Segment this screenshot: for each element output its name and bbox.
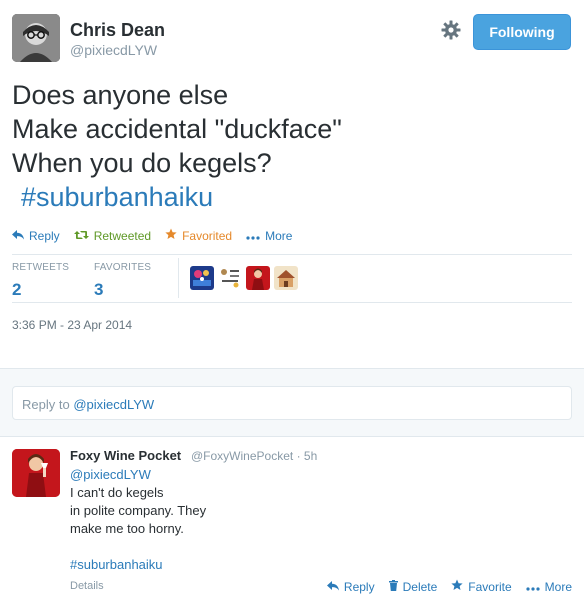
reply-meta: @FoxyWinePocket · 5h bbox=[191, 449, 317, 463]
ellipsis-icon bbox=[526, 580, 540, 594]
favorite-button[interactable]: Favorite bbox=[451, 579, 512, 594]
reply-arrow-icon bbox=[326, 580, 339, 594]
reply-placeholder: Reply to bbox=[22, 397, 74, 412]
retweets-label: RETWEETS bbox=[12, 262, 70, 273]
divider bbox=[12, 302, 572, 303]
favorites-stat[interactable]: FAVORITES 3 bbox=[94, 262, 176, 302]
author-handle[interactable]: @pixiecdLYW bbox=[70, 42, 157, 58]
favoriter-avatar[interactable] bbox=[274, 266, 298, 290]
tweet-text: Does anyone else Make accidental "duckfa… bbox=[12, 78, 572, 214]
favorites-label: FAVORITES bbox=[94, 262, 152, 273]
tweet-line: When you do kegels? bbox=[12, 148, 272, 178]
delete-button[interactable]: Delete bbox=[388, 579, 438, 594]
more-label: More bbox=[265, 228, 293, 243]
reply-tweet: Foxy Wine Pocket @FoxyWinePocket · 5h @p… bbox=[0, 436, 584, 601]
reply-line: make me too horny. bbox=[70, 521, 184, 536]
reply-author-name[interactable]: Foxy Wine Pocket bbox=[70, 448, 181, 463]
reply-line: I can't do kegels bbox=[70, 485, 164, 500]
reply-arrow-icon bbox=[12, 229, 24, 243]
tweet-line: Make accidental "duckface" bbox=[12, 114, 342, 144]
tweet-timestamp[interactable]: 3:36 PM - 23 Apr 2014 bbox=[12, 318, 132, 332]
favorited-button[interactable]: Favorited bbox=[165, 228, 232, 243]
divider bbox=[12, 254, 572, 255]
reply-text: @pixiecdLYW I can't do kegels in polite … bbox=[70, 466, 206, 574]
following-button[interactable]: Following bbox=[473, 14, 571, 50]
reply-author-avatar[interactable] bbox=[12, 449, 60, 497]
meta-separator: · bbox=[296, 449, 301, 463]
author-avatar[interactable] bbox=[12, 14, 60, 62]
favorited-label: Favorited bbox=[182, 228, 233, 243]
favoriters-avatars bbox=[190, 266, 302, 290]
reply-actions: Reply Delete Favorite More bbox=[313, 579, 572, 594]
details-link[interactable]: Details bbox=[70, 580, 104, 592]
reply-author-handle[interactable]: @FoxyWinePocket bbox=[191, 449, 293, 463]
favoriter-avatar[interactable] bbox=[218, 266, 242, 290]
favoriter-avatar[interactable] bbox=[190, 266, 214, 290]
tweet-stats: RETWEETS 2 FAVORITES 3 bbox=[12, 262, 176, 302]
retweets-count: 2 bbox=[12, 280, 22, 299]
tweet-actions: Reply Retweeted Favorited More bbox=[12, 228, 306, 243]
ellipsis-icon bbox=[246, 229, 260, 243]
gear-icon[interactable] bbox=[440, 20, 462, 42]
reply-compose-section: Reply to @pixiecdLYW bbox=[0, 368, 584, 436]
tweet-hashtag-link[interactable]: #suburbanhaiku bbox=[12, 180, 572, 214]
author-name[interactable]: Chris Dean bbox=[70, 20, 165, 41]
more-button[interactable]: More bbox=[246, 229, 292, 243]
star-icon bbox=[165, 228, 177, 243]
reply-mention: @pixiecdLYW bbox=[73, 397, 155, 412]
favorites-count: 3 bbox=[94, 280, 104, 299]
retweets-stat[interactable]: RETWEETS 2 bbox=[12, 262, 94, 302]
reply-label: Reply bbox=[343, 579, 375, 594]
reply-line: in polite company. They bbox=[70, 503, 207, 518]
main-tweet: Chris Dean @pixiecdLYW Following Does an… bbox=[0, 0, 584, 368]
retweeted-label: Retweeted bbox=[93, 228, 152, 243]
favoriter-avatar[interactable] bbox=[246, 266, 270, 290]
reply-button[interactable]: Reply bbox=[12, 229, 60, 243]
delete-label: Delete bbox=[402, 579, 438, 594]
retweet-icon bbox=[73, 229, 89, 243]
retweeted-button[interactable]: Retweeted bbox=[73, 228, 152, 243]
trash-icon bbox=[388, 579, 398, 594]
favorite-label: Favorite bbox=[468, 579, 512, 594]
reply-time[interactable]: 5h bbox=[304, 449, 317, 463]
reply-label: Reply bbox=[29, 228, 60, 243]
reply-hashtag-link[interactable]: #suburbanhaiku bbox=[70, 556, 206, 574]
stats-separator bbox=[178, 258, 179, 298]
reply-input[interactable]: Reply to @pixiecdLYW bbox=[12, 386, 572, 420]
reply-mention-link[interactable]: @pixiecdLYW bbox=[70, 467, 151, 482]
reply-button[interactable]: Reply bbox=[326, 579, 375, 594]
star-icon bbox=[451, 579, 463, 594]
more-label: More bbox=[544, 579, 572, 594]
tweet-line: Does anyone else bbox=[12, 80, 229, 110]
more-button[interactable]: More bbox=[526, 579, 572, 594]
